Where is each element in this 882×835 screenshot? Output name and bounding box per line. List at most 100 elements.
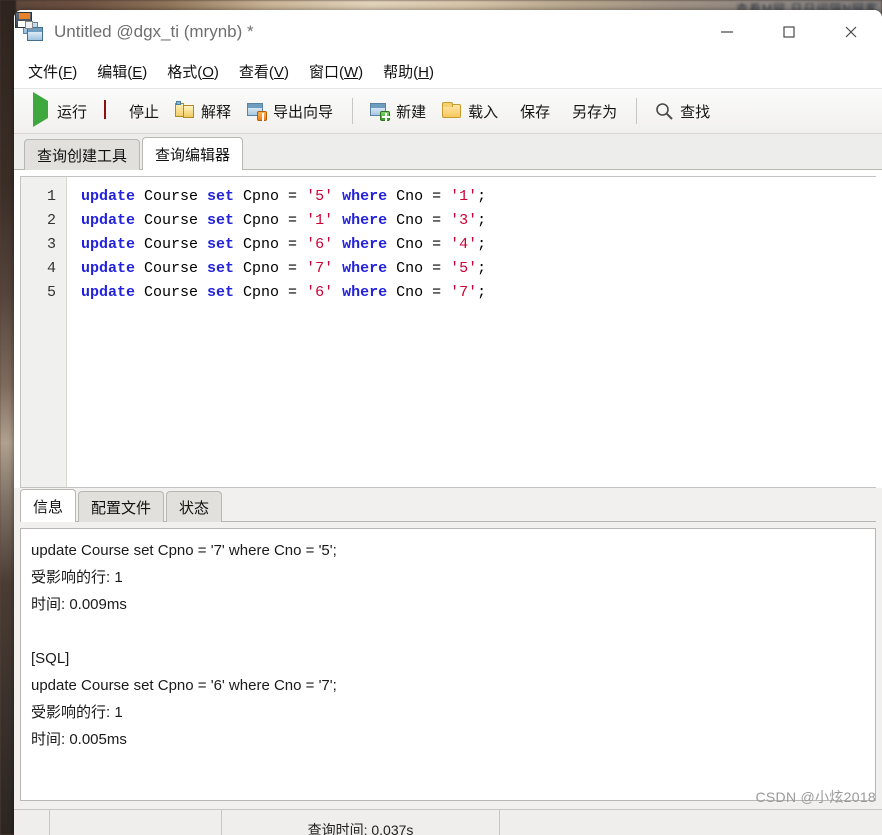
tab-query-builder[interactable]: 查询创建工具: [24, 139, 141, 170]
result-tab-strip: 信息 配置文件 状态: [20, 488, 876, 522]
explain-button-label: 解释: [201, 103, 232, 121]
message-line-blank: [31, 618, 865, 645]
sql-string: '3': [450, 212, 478, 229]
message-line: 时间: 0.009ms: [31, 596, 127, 613]
csdn-watermark: CSDN @小炫2018: [755, 789, 876, 805]
sql-string: '4': [450, 236, 478, 253]
tab-query-editor-label: 查询编辑器: [155, 146, 231, 164]
close-icon[interactable]: [820, 10, 882, 54]
toolbar: 运行 停止 解释 导出向导 新建 载入 保存 另存为 查找: [14, 12, 882, 134]
tab-status[interactable]: 状态: [166, 491, 223, 522]
search-icon: [654, 101, 674, 121]
sql-string: '6': [306, 284, 334, 301]
line-number: 2: [46, 212, 56, 229]
code-line: update Course set Cpno = '5' where Cno =…: [81, 185, 876, 209]
menu-item-help[interactable]: 帮助(H): [381, 59, 436, 84]
open-folder-icon: [442, 101, 462, 121]
line-number: 1: [46, 188, 56, 205]
menu-item-window[interactable]: 窗口(W): [307, 59, 365, 84]
find-button-label: 查找: [680, 103, 711, 121]
sql-code-content[interactable]: update Course set Cpno = '5' where Cno =…: [67, 177, 876, 487]
sql-identifier: Cno =: [387, 260, 451, 277]
stop-icon: [103, 100, 123, 121]
sql-keyword: where: [333, 260, 388, 277]
menu-item-window-mnemonic: W: [343, 63, 359, 81]
status-cell-2: [50, 809, 222, 835]
menu-item-format-label: 格式: [167, 63, 198, 81]
editor-tab-strip: 查询创建工具 查询编辑器: [14, 134, 882, 170]
menu-item-format-mnemonic: O: [202, 63, 214, 81]
sql-keyword: set: [207, 188, 235, 205]
sql-identifier: Cpno =: [234, 188, 307, 205]
message-line: 时间: 0.005ms: [31, 731, 127, 748]
sql-identifier: Cpno =: [234, 236, 307, 253]
message-line: update Course set Cpno = '6' where Cno =…: [31, 677, 337, 694]
message-output[interactable]: update Course set Cpno = '7' where Cno =…: [20, 528, 876, 801]
tab-query-editor[interactable]: 查询编辑器: [142, 137, 244, 170]
sql-keyword: where: [333, 188, 388, 205]
line-number: 5: [46, 284, 56, 301]
new-query-button[interactable]: 新建: [363, 94, 433, 128]
message-line: [SQL]: [31, 650, 70, 667]
export-wizard-icon: [247, 101, 268, 121]
menu-item-view[interactable]: 查看(V): [237, 59, 291, 84]
sql-keyword: set: [207, 260, 235, 277]
status-query-time: 查询时间: 0.037s: [222, 809, 500, 835]
sql-identifier: Cno =: [387, 284, 451, 301]
sql-string: '1': [306, 212, 334, 229]
export-wizard-button[interactable]: 导出向导: [240, 94, 340, 128]
sql-identifier: Cno =: [387, 212, 451, 229]
sql-editor-area: 1 2 3 4 5 update Course set Cpno = '5' w…: [14, 170, 882, 488]
menu-item-view-mnemonic: V: [273, 63, 284, 81]
code-line: update Course set Cpno = '6' where Cno =…: [81, 281, 876, 305]
explain-icon: [175, 101, 195, 121]
status-bar: 查询时间: 0.037s: [14, 809, 882, 835]
sql-keyword: set: [207, 284, 235, 301]
sql-keyword: where: [333, 284, 388, 301]
sql-editor[interactable]: 1 2 3 4 5 update Course set Cpno = '5' w…: [20, 176, 876, 488]
message-line: 受影响的行: 1: [31, 704, 123, 721]
application-window: Untitled @dgx_ti (mrynb) * 文件(F) 编辑(E) 格…: [14, 10, 882, 835]
menu-item-edit-label: 编辑: [97, 63, 128, 81]
message-line: 受影响的行: 1: [31, 569, 123, 586]
save-as-button[interactable]: 另存为: [15, 12, 624, 128]
menu-item-file[interactable]: 文件(F): [26, 59, 79, 84]
sql-identifier: Course: [135, 212, 208, 229]
explain-button[interactable]: 解释: [168, 94, 238, 128]
line-number: 4: [46, 260, 56, 277]
stop-button[interactable]: 停止: [96, 94, 166, 128]
menu-item-help-label: 帮助: [383, 63, 414, 81]
sql-identifier: Cpno =: [234, 260, 307, 277]
menu-item-window-label: 窗口: [308, 63, 339, 81]
maximize-icon[interactable]: [758, 10, 820, 54]
save-button[interactable]: 保存: [15, 12, 557, 128]
minimize-icon[interactable]: [696, 10, 758, 54]
sql-keyword: set: [207, 212, 235, 229]
menu-item-format[interactable]: 格式(O): [165, 59, 221, 84]
sql-keyword: update: [81, 284, 136, 301]
sql-keyword: update: [81, 212, 136, 229]
sql-keyword: where: [333, 236, 388, 253]
sql-identifier: Course: [135, 260, 208, 277]
sql-identifier: Course: [135, 188, 208, 205]
tab-profile-label: 配置文件: [91, 499, 152, 517]
tab-profile[interactable]: 配置文件: [78, 491, 165, 522]
find-button[interactable]: 查找: [647, 94, 717, 128]
sql-keyword: update: [81, 260, 136, 277]
tab-info[interactable]: 信息: [20, 489, 77, 522]
tab-info-label: 信息: [33, 498, 64, 516]
sql-identifier: Course: [135, 284, 208, 301]
run-button[interactable]: 运行: [24, 92, 94, 128]
sql-identifier: Cpno =: [234, 284, 307, 301]
line-number-gutter: 1 2 3 4 5: [21, 177, 67, 487]
sql-keyword: update: [81, 188, 136, 205]
sql-keyword: update: [81, 236, 136, 253]
sql-keyword: where: [333, 212, 388, 229]
sql-keyword: set: [207, 236, 235, 253]
load-button[interactable]: 载入: [435, 94, 505, 128]
menu-item-view-label: 查看: [238, 63, 269, 81]
sql-punctuation: ;: [477, 236, 487, 253]
menu-item-file-label: 文件: [28, 63, 59, 81]
menu-item-edit[interactable]: 编辑(E): [95, 59, 149, 84]
sql-identifier: Cno =: [387, 188, 451, 205]
